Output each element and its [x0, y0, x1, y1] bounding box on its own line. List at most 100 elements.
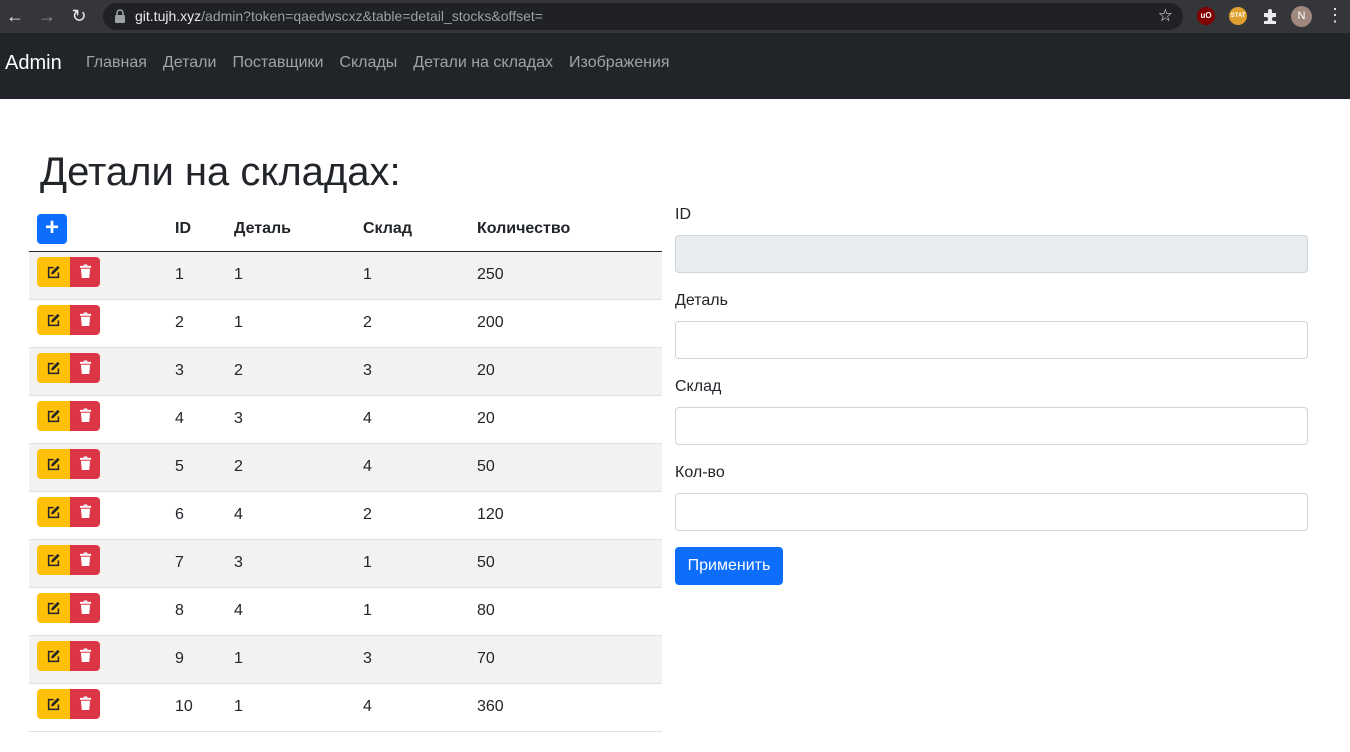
cell-id: 1	[175, 251, 234, 300]
cell-id: 2	[175, 299, 234, 348]
cell-detail: 2	[234, 443, 363, 492]
cell-id: 10	[175, 683, 234, 732]
row-actions	[29, 299, 175, 348]
bookmark-star-icon[interactable]: ☆	[1158, 6, 1173, 26]
field-warehouse: Склад	[675, 378, 1308, 464]
delete-button[interactable]	[70, 640, 100, 671]
field-label: Деталь	[675, 292, 728, 309]
pen-square-icon	[47, 361, 60, 375]
field-label: ID	[675, 206, 691, 223]
nav-link-suppliers[interactable]: Поставщики	[224, 53, 331, 73]
cell-id: 7	[175, 539, 234, 588]
delete-button[interactable]	[70, 304, 100, 335]
edit-form: ID Деталь Склад Кол-во Применить	[675, 206, 1308, 585]
header-id: ID	[175, 206, 234, 252]
delete-button[interactable]	[70, 448, 100, 479]
delete-button[interactable]	[70, 400, 100, 431]
row-action-group	[37, 448, 175, 479]
delete-button[interactable]	[70, 688, 100, 719]
field-label: Кол-во	[675, 464, 725, 481]
address-bar[interactable]: git.tujh.xyz/admin?token=qaedwscxz&table…	[103, 3, 1183, 30]
cell-quantity: 360	[477, 683, 662, 732]
delete-button[interactable]	[70, 256, 100, 287]
navbar-brand[interactable]: Admin	[5, 52, 62, 75]
cell-quantity: 20	[477, 395, 662, 444]
nav-link-images[interactable]: Изображения	[561, 53, 678, 73]
table-row: 4 3 4 20	[29, 395, 662, 444]
cell-detail: 4	[234, 491, 363, 540]
header-warehouse: Склад	[363, 206, 477, 252]
cell-warehouse: 2	[363, 491, 477, 540]
forward-icon[interactable]: →	[35, 4, 59, 28]
pen-square-icon	[47, 457, 60, 471]
delete-button[interactable]	[70, 544, 100, 575]
table-row: 6 4 2 120	[29, 491, 662, 540]
detail-input[interactable]	[675, 321, 1308, 359]
pen-square-icon	[47, 409, 60, 423]
cell-quantity: 20	[477, 347, 662, 396]
row-actions	[29, 683, 175, 732]
nav-link-warehouses[interactable]: Склады	[331, 53, 405, 73]
row-action-group	[37, 688, 175, 719]
stat-extension-icon[interactable]: STAT	[1229, 7, 1247, 25]
edit-button[interactable]	[37, 256, 70, 287]
row-action-group	[37, 640, 175, 671]
back-icon[interactable]: ←	[3, 4, 27, 28]
row-action-group	[37, 304, 175, 335]
delete-button[interactable]	[70, 592, 100, 623]
cell-warehouse: 4	[363, 683, 477, 732]
edit-button[interactable]	[37, 688, 70, 719]
row-action-group	[37, 352, 175, 383]
table-row: 7 3 1 50	[29, 539, 662, 588]
profile-avatar[interactable]: N	[1291, 6, 1312, 27]
quantity-input[interactable]	[675, 493, 1308, 531]
pen-square-icon	[47, 649, 60, 663]
add-button[interactable]: +	[37, 214, 67, 245]
header-quantity: Количество	[477, 206, 662, 252]
edit-button[interactable]	[37, 592, 70, 623]
ublock-extension-icon[interactable]: uO	[1197, 7, 1215, 25]
cell-quantity: 120	[477, 491, 662, 540]
delete-button[interactable]	[70, 352, 100, 383]
edit-button[interactable]	[37, 304, 70, 335]
edit-button[interactable]	[37, 400, 70, 431]
trash-icon	[79, 408, 91, 422]
row-action-group	[37, 400, 175, 431]
row-actions	[29, 539, 175, 588]
cell-detail: 1	[234, 635, 363, 684]
browser-menu-icon[interactable]: ⋮	[1326, 5, 1344, 25]
cell-detail: 1	[234, 251, 363, 300]
edit-button[interactable]	[37, 544, 70, 575]
pen-square-icon	[47, 553, 60, 567]
nav-link-details[interactable]: Детали	[155, 53, 225, 73]
extensions-puzzle-icon[interactable]	[1261, 7, 1279, 25]
apply-button[interactable]: Применить	[675, 547, 783, 585]
nav-link-detail-stocks[interactable]: Детали на складах	[405, 53, 561, 73]
lock-icon	[115, 9, 125, 23]
cell-warehouse: 4	[363, 443, 477, 492]
cell-detail: 1	[234, 299, 363, 348]
edit-button[interactable]	[37, 448, 70, 479]
pen-square-icon	[47, 313, 60, 327]
nav-link-home[interactable]: Главная	[78, 53, 155, 73]
site-navbar: Admin Главная Детали Поставщики Склады Д…	[0, 33, 1350, 99]
cell-detail: 3	[234, 539, 363, 588]
edit-button[interactable]	[37, 640, 70, 671]
cell-detail: 3	[234, 395, 363, 444]
table-row: 2 1 2 200	[29, 299, 662, 348]
field-detail: Деталь	[675, 292, 1308, 378]
cell-id: 9	[175, 635, 234, 684]
cell-id: 3	[175, 347, 234, 396]
edit-button[interactable]	[37, 352, 70, 383]
browser-toolbar: ← → ↻ git.tujh.xyz/admin?token=qaedwscxz…	[0, 0, 1350, 33]
warehouse-input[interactable]	[675, 407, 1308, 445]
pen-square-icon	[47, 601, 60, 615]
header-detail: Деталь	[234, 206, 363, 252]
delete-button[interactable]	[70, 496, 100, 527]
id-input[interactable]	[675, 235, 1308, 273]
table-row: 8 4 1 80	[29, 587, 662, 636]
edit-button[interactable]	[37, 496, 70, 527]
row-actions	[29, 491, 175, 540]
reload-icon[interactable]: ↻	[67, 4, 91, 28]
cell-warehouse: 1	[363, 251, 477, 300]
